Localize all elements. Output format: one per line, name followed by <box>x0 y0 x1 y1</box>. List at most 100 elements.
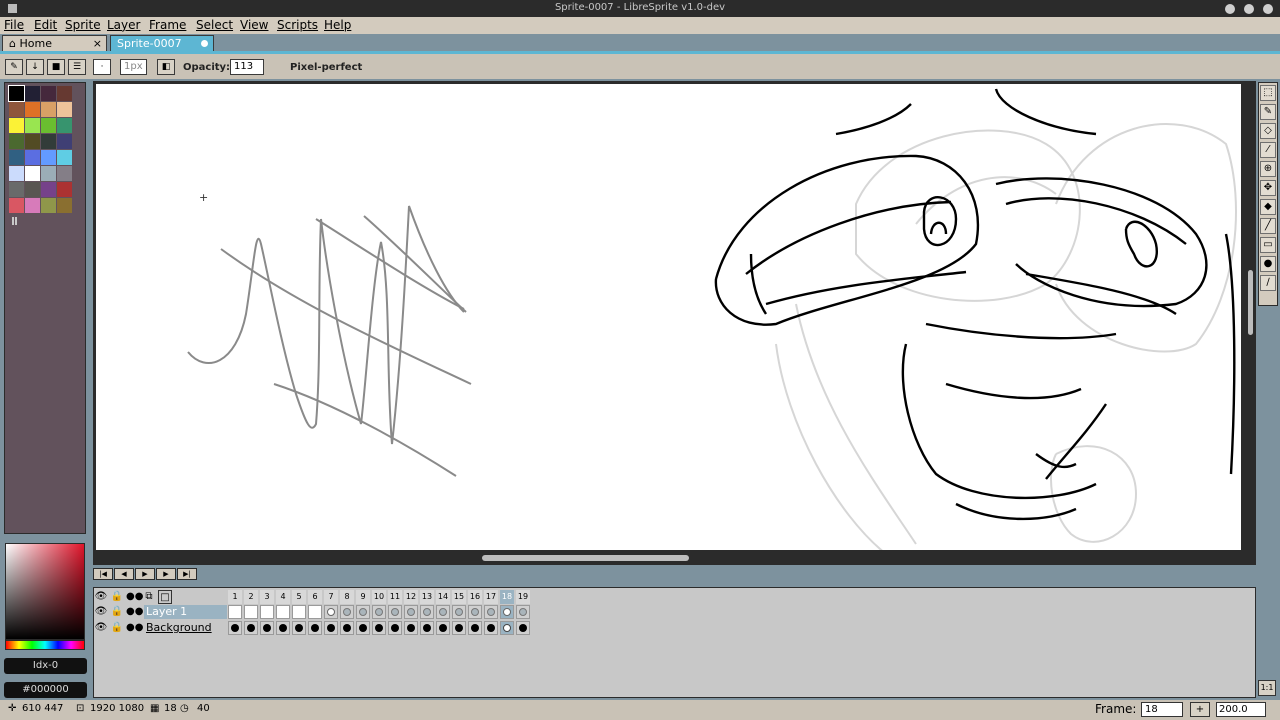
menu-help[interactable]: Help <box>324 18 351 32</box>
frame-header[interactable]: 6 <box>308 590 322 604</box>
horizontal-scrollbar[interactable] <box>482 555 689 561</box>
layer1-lock-icon[interactable]: 🔒 <box>110 605 124 619</box>
layer-name[interactable]: Background <box>144 621 227 635</box>
palette-swatch[interactable] <box>25 150 40 165</box>
frame-header[interactable]: 15 <box>452 590 466 604</box>
menu-sprite[interactable]: Sprite <box>65 18 101 32</box>
eyedropper-tool-icon[interactable]: ⁄ <box>1260 142 1276 158</box>
palette-swatch[interactable] <box>8 85 25 102</box>
timeline-cel[interactable] <box>260 605 274 619</box>
timeline-cel[interactable] <box>372 621 386 635</box>
menu-scripts[interactable]: Scripts <box>277 18 318 32</box>
color-spectrum[interactable] <box>5 543 85 640</box>
brush-preview-icon[interactable]: · <box>93 59 111 75</box>
pixel-perfect-checkbox[interactable] <box>272 59 284 75</box>
palette-swatch[interactable] <box>9 198 24 213</box>
palette-swatch[interactable] <box>9 150 24 165</box>
timeline-cel[interactable] <box>340 605 354 619</box>
palette-swatch[interactable] <box>57 118 72 133</box>
vertical-scrollbar[interactable] <box>1248 270 1253 335</box>
palette-swatch[interactable] <box>25 86 40 101</box>
frame-header[interactable]: 5 <box>292 590 306 604</box>
lock-icon[interactable]: 🔒 <box>110 590 124 604</box>
timeline-cel[interactable] <box>436 621 450 635</box>
zoom-reset-button[interactable]: 1:1 <box>1258 680 1276 696</box>
palette-swatch[interactable] <box>41 166 56 181</box>
palette-swatch[interactable] <box>41 198 56 213</box>
timeline-cel[interactable] <box>324 605 338 619</box>
next-frame-icon[interactable]: ▶ <box>156 568 176 580</box>
timeline-cel[interactable] <box>308 621 322 635</box>
palette-swatch[interactable] <box>25 118 40 133</box>
timeline-cel[interactable] <box>420 621 434 635</box>
palette-swatch[interactable] <box>57 150 72 165</box>
frame-header[interactable]: 16 <box>468 590 482 604</box>
maximize-button[interactable] <box>1244 4 1254 14</box>
pencil-tool-icon[interactable]: ✎ <box>1260 104 1276 120</box>
timeline-cel[interactable] <box>244 605 258 619</box>
palette-swatch[interactable] <box>41 86 56 101</box>
frame-header[interactable]: 14 <box>436 590 450 604</box>
palette-swatch[interactable] <box>57 182 72 197</box>
fill-tool-icon[interactable]: ◆ <box>1260 199 1276 215</box>
frame-header[interactable]: 1 <box>228 590 242 604</box>
add-frame-button[interactable]: + <box>1190 702 1210 717</box>
frame-header[interactable]: 8 <box>340 590 354 604</box>
frame-header[interactable]: 2 <box>244 590 258 604</box>
frame-header[interactable]: 10 <box>372 590 386 604</box>
line-tool-icon[interactable]: ╱ <box>1260 218 1276 234</box>
palette-swatch[interactable] <box>57 166 72 181</box>
timeline-cel[interactable] <box>468 621 482 635</box>
timeline-cel[interactable] <box>404 621 418 635</box>
timeline-cel[interactable] <box>404 605 418 619</box>
pencil-mode-icon[interactable]: ✎ <box>5 59 23 75</box>
brush-size-field[interactable]: 1px <box>120 59 147 75</box>
color-index-field[interactable]: Idx-0 <box>4 658 87 674</box>
palette-resize-icon[interactable] <box>12 217 17 225</box>
frame-header[interactable]: 17 <box>484 590 498 604</box>
frame-field[interactable]: 18 <box>1141 702 1183 717</box>
palette-swatch[interactable] <box>9 166 24 181</box>
tab-sprite[interactable]: Sprite-0007 <box>110 35 214 51</box>
onion-skin-icon[interactable]: ⧉ <box>142 590 156 604</box>
timeline-cel[interactable] <box>340 621 354 635</box>
frame-tag-icon[interactable]: □ <box>158 590 172 604</box>
frame-header[interactable]: 19 <box>516 590 530 604</box>
timeline-cel[interactable] <box>436 605 450 619</box>
layer1-continuous-icon[interactable]: ●● <box>126 605 143 619</box>
first-frame-icon[interactable]: |◀ <box>93 568 113 580</box>
menu-edit[interactable]: Edit <box>34 18 57 32</box>
play-icon[interactable]: ▶ <box>135 568 155 580</box>
palette-swatch[interactable] <box>57 134 72 149</box>
hue-slider[interactable] <box>5 640 85 650</box>
menu-view[interactable]: View <box>240 18 268 32</box>
opacity-field[interactable]: 113 <box>230 59 264 75</box>
rectangle-tool-icon[interactable]: ▭ <box>1260 237 1276 253</box>
timeline-cel[interactable] <box>292 621 306 635</box>
palette-swatch[interactable] <box>9 182 24 197</box>
timeline-cel[interactable] <box>324 621 338 635</box>
eraser-tool-icon[interactable]: ◇ <box>1260 123 1276 139</box>
timeline-cel[interactable] <box>292 605 306 619</box>
timeline-cel[interactable] <box>308 605 322 619</box>
background-lock-icon[interactable]: 🔒 <box>110 621 124 635</box>
timeline-cel[interactable] <box>500 605 514 619</box>
timeline-cel[interactable] <box>500 621 514 635</box>
menu-select[interactable]: Select <box>196 18 233 32</box>
frame-header[interactable]: 11 <box>388 590 402 604</box>
frame-header[interactable]: 9 <box>356 590 370 604</box>
timeline-cel[interactable] <box>276 605 290 619</box>
frame-header[interactable]: 18 <box>500 590 514 604</box>
layer1-visibility-icon[interactable]: 👁 <box>94 605 108 619</box>
minimize-button[interactable] <box>1225 4 1235 14</box>
close-window-button[interactable] <box>1263 4 1273 14</box>
palette-swatch[interactable] <box>25 102 40 117</box>
palette-swatch[interactable] <box>25 166 40 181</box>
timeline-cel[interactable] <box>260 621 274 635</box>
arrow-down-icon[interactable]: ↓ <box>26 59 44 75</box>
timeline-cel[interactable] <box>452 621 466 635</box>
palette-swatch[interactable] <box>41 118 56 133</box>
menu-layer[interactable]: Layer <box>107 18 140 32</box>
blur-tool-icon[interactable]: ● <box>1260 256 1276 272</box>
palette-swatch[interactable] <box>9 118 24 133</box>
